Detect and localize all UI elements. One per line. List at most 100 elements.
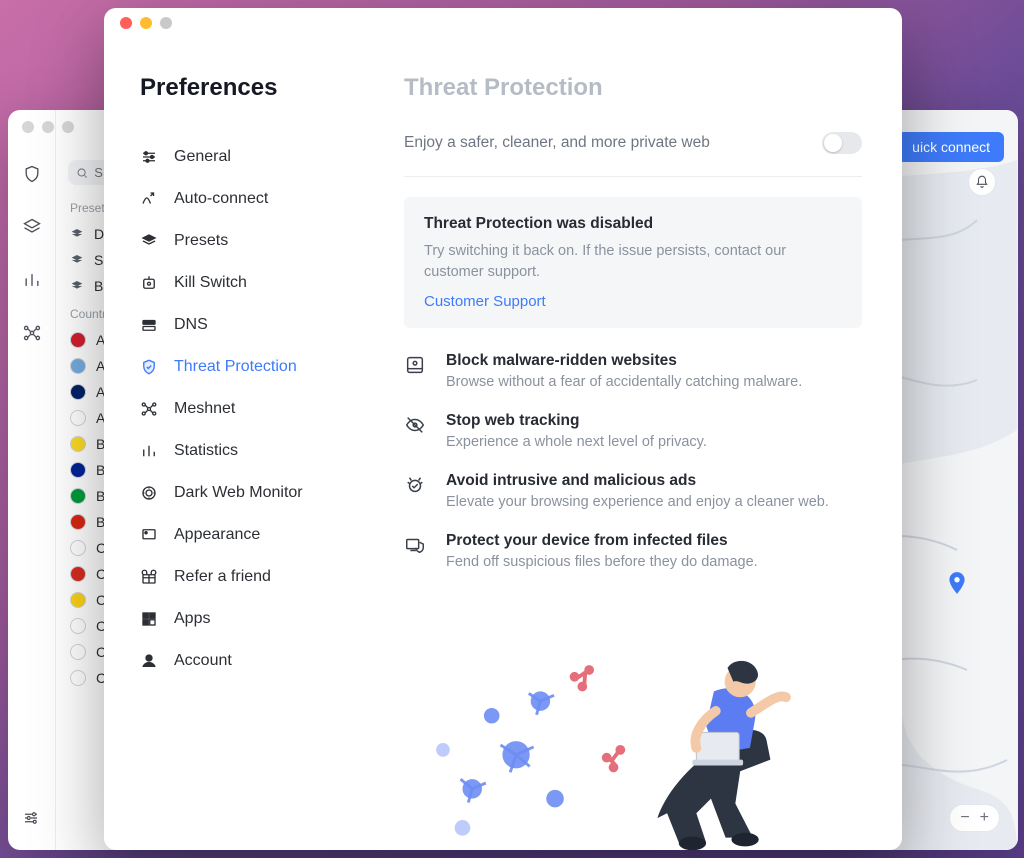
nav-label: Appearance (174, 526, 260, 544)
flag-icon (70, 384, 86, 400)
benefit-title: Protect your device from infected files (446, 532, 758, 550)
flag-icon (70, 540, 86, 556)
bg-nav-rail (8, 110, 56, 850)
quick-connect-button[interactable]: uick connect (898, 132, 1004, 162)
page-title: Threat Protection (404, 74, 862, 102)
zoom-control[interactable]: − + (949, 804, 1000, 832)
nav-label: Auto-connect (174, 190, 268, 208)
nav-item-account[interactable]: Account (140, 640, 366, 682)
threat-protection-toggle-row: Enjoy a safer, cleaner, and more private… (404, 132, 862, 154)
nav-label: Refer a friend (174, 568, 271, 586)
nav-item-refer[interactable]: Refer a friend (140, 556, 366, 598)
flag-icon (70, 566, 86, 582)
nav-label: Dark Web Monitor (174, 484, 303, 502)
benefit-title: Avoid intrusive and malicious ads (446, 472, 829, 490)
flag-icon (70, 514, 86, 530)
nav-item-statistics[interactable]: Statistics (140, 430, 366, 472)
alert-title: Threat Protection was disabled (424, 215, 842, 233)
nav-label: DNS (174, 316, 208, 334)
appearance-icon (140, 526, 158, 544)
darkweb-icon (140, 484, 158, 502)
layer-icon (70, 227, 84, 241)
nav-item-dns[interactable]: DNS (140, 304, 366, 346)
shield-icon[interactable] (22, 164, 42, 189)
notifications-button[interactable] (968, 168, 996, 196)
pref-main: Threat Protection Enjoy a safer, cleaner… (366, 8, 902, 850)
layer-icon (70, 253, 84, 267)
threat-protection-toggle[interactable] (822, 132, 862, 154)
nav-label: Statistics (174, 442, 238, 460)
close-dot-icon[interactable] (22, 121, 34, 133)
benefit-desc: Elevate your browsing experience and enj… (446, 494, 829, 510)
flag-icon (70, 332, 86, 348)
pref-window-traffic-lights (104, 8, 172, 38)
flag-icon (70, 358, 86, 374)
minimize-dot-icon[interactable] (140, 17, 152, 29)
flag-icon (70, 436, 86, 452)
account-icon (140, 652, 158, 670)
flag-icon (70, 488, 86, 504)
customer-support-link[interactable]: Customer Support (424, 293, 842, 310)
settings-button[interactable] (22, 809, 40, 832)
zoom-dot-icon[interactable] (62, 121, 74, 133)
benefit-desc: Fend off suspicious files before they do… (446, 554, 758, 570)
toggle-description: Enjoy a safer, cleaner, and more private… (404, 134, 710, 152)
nav-label: Meshnet (174, 400, 235, 418)
running-from-malware-illustration (404, 640, 862, 850)
benefit-row: Protect your device from infected files F… (404, 532, 862, 570)
nav-item-apps[interactable]: Apps (140, 598, 366, 640)
zoom-dot-icon[interactable] (160, 17, 172, 29)
benefit-desc: Browse without a fear of accidentally ca… (446, 374, 802, 390)
map-pin-icon[interactable] (944, 570, 970, 596)
nav-label: Account (174, 652, 232, 670)
benefit-icon (404, 354, 426, 376)
nav-item-appearance[interactable]: Appearance (140, 514, 366, 556)
sliders-icon (22, 809, 40, 827)
nav-item-threat[interactable]: Threat Protection (140, 346, 366, 388)
benefit-icon (404, 534, 426, 556)
benefit-title: Block malware-ridden websites (446, 352, 802, 370)
nav-label: Threat Protection (174, 358, 297, 376)
pref-title: Preferences (140, 74, 366, 102)
zoom-out-button[interactable]: − (960, 809, 969, 827)
benefit-title: Stop web tracking (446, 412, 707, 430)
meshnet-icon[interactable] (22, 323, 42, 348)
apps-icon (140, 610, 158, 628)
nav-item-darkweb[interactable]: Dark Web Monitor (140, 472, 366, 514)
autoconnect-icon (140, 190, 158, 208)
flag-icon (70, 670, 86, 686)
nav-label: General (174, 148, 231, 166)
threat-icon (140, 358, 158, 376)
presets-icon (140, 232, 158, 250)
search-icon (76, 166, 88, 180)
pref-sidebar: Preferences General Auto-connect Presets Ki… (104, 8, 366, 850)
benefit-desc: Experience a whole next level of privacy… (446, 434, 707, 450)
benefit-icon (404, 414, 426, 436)
layers-icon[interactable] (22, 217, 42, 242)
layer-icon (70, 279, 84, 293)
nav-item-killswitch[interactable]: Kill Switch (140, 262, 366, 304)
close-dot-icon[interactable] (120, 17, 132, 29)
zoom-in-button[interactable]: + (980, 809, 989, 827)
flag-icon (70, 644, 86, 660)
general-icon (140, 148, 158, 166)
meshnet-icon (140, 400, 158, 418)
nav-item-meshnet[interactable]: Meshnet (140, 388, 366, 430)
minimize-dot-icon[interactable] (42, 121, 54, 133)
nav-label: Presets (174, 232, 228, 250)
flag-icon (70, 410, 86, 426)
flag-icon (70, 592, 86, 608)
nav-item-autoconnect[interactable]: Auto-connect (140, 178, 366, 220)
stats-icon[interactable] (22, 270, 42, 295)
divider (404, 176, 862, 177)
preferences-window: Preferences General Auto-connect Presets Ki… (104, 8, 902, 850)
nav-label: Kill Switch (174, 274, 247, 292)
nav-item-general[interactable]: General (140, 136, 366, 178)
killswitch-icon (140, 274, 158, 292)
disabled-alert: Threat Protection was disabled Try switc… (404, 197, 862, 328)
alert-text: Try switching it back on. If the issue p… (424, 241, 842, 283)
nav-item-presets[interactable]: Presets (140, 220, 366, 262)
benefit-row: Stop web tracking Experience a whole next… (404, 412, 862, 450)
flag-icon (70, 462, 86, 478)
refer-icon (140, 568, 158, 586)
